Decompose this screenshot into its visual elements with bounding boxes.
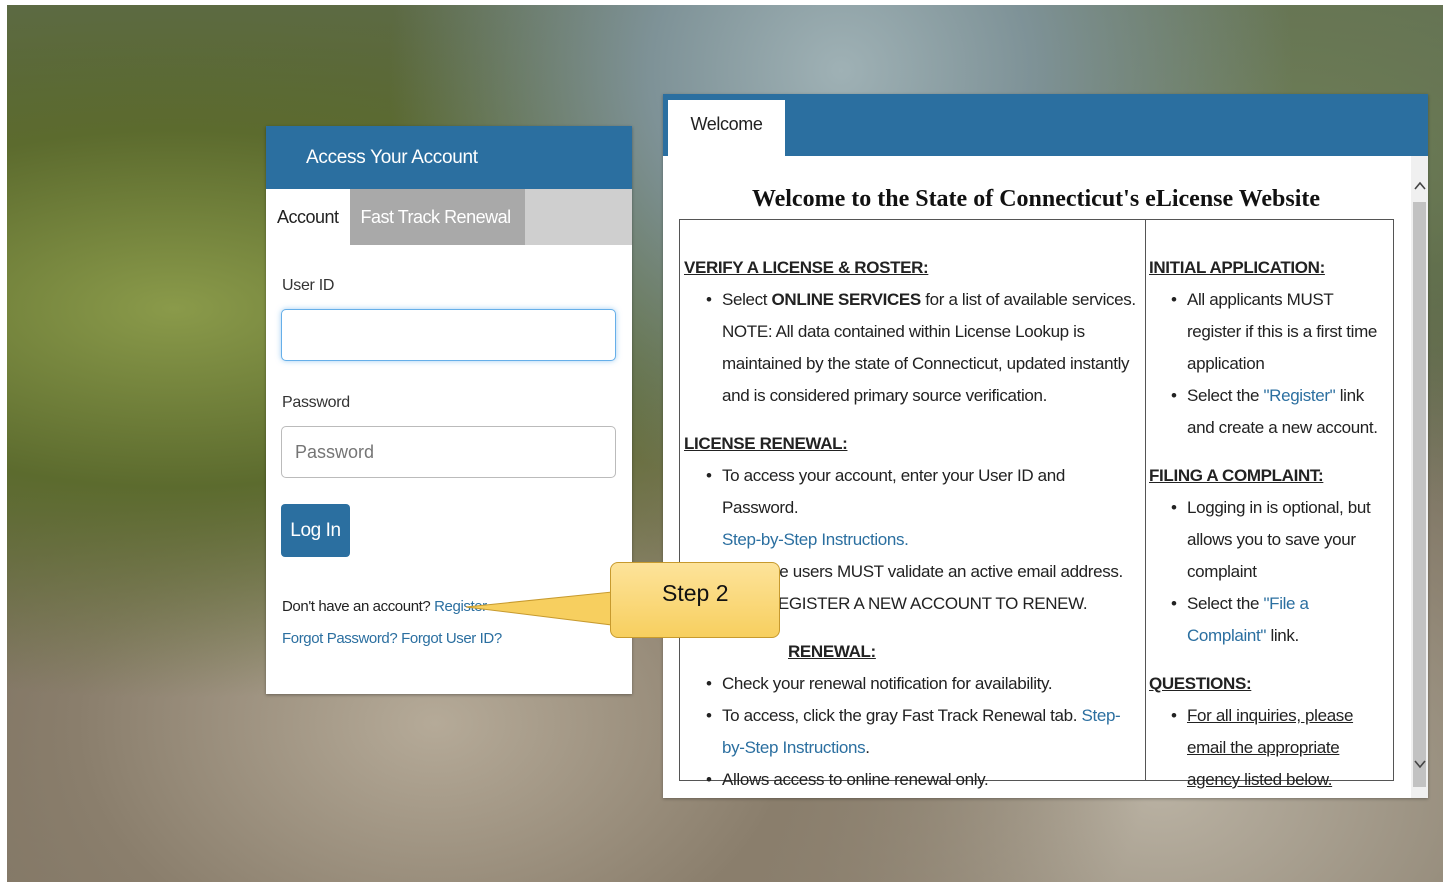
callout-pointer xyxy=(465,591,613,626)
step-callout: Step 2 xyxy=(610,562,780,638)
